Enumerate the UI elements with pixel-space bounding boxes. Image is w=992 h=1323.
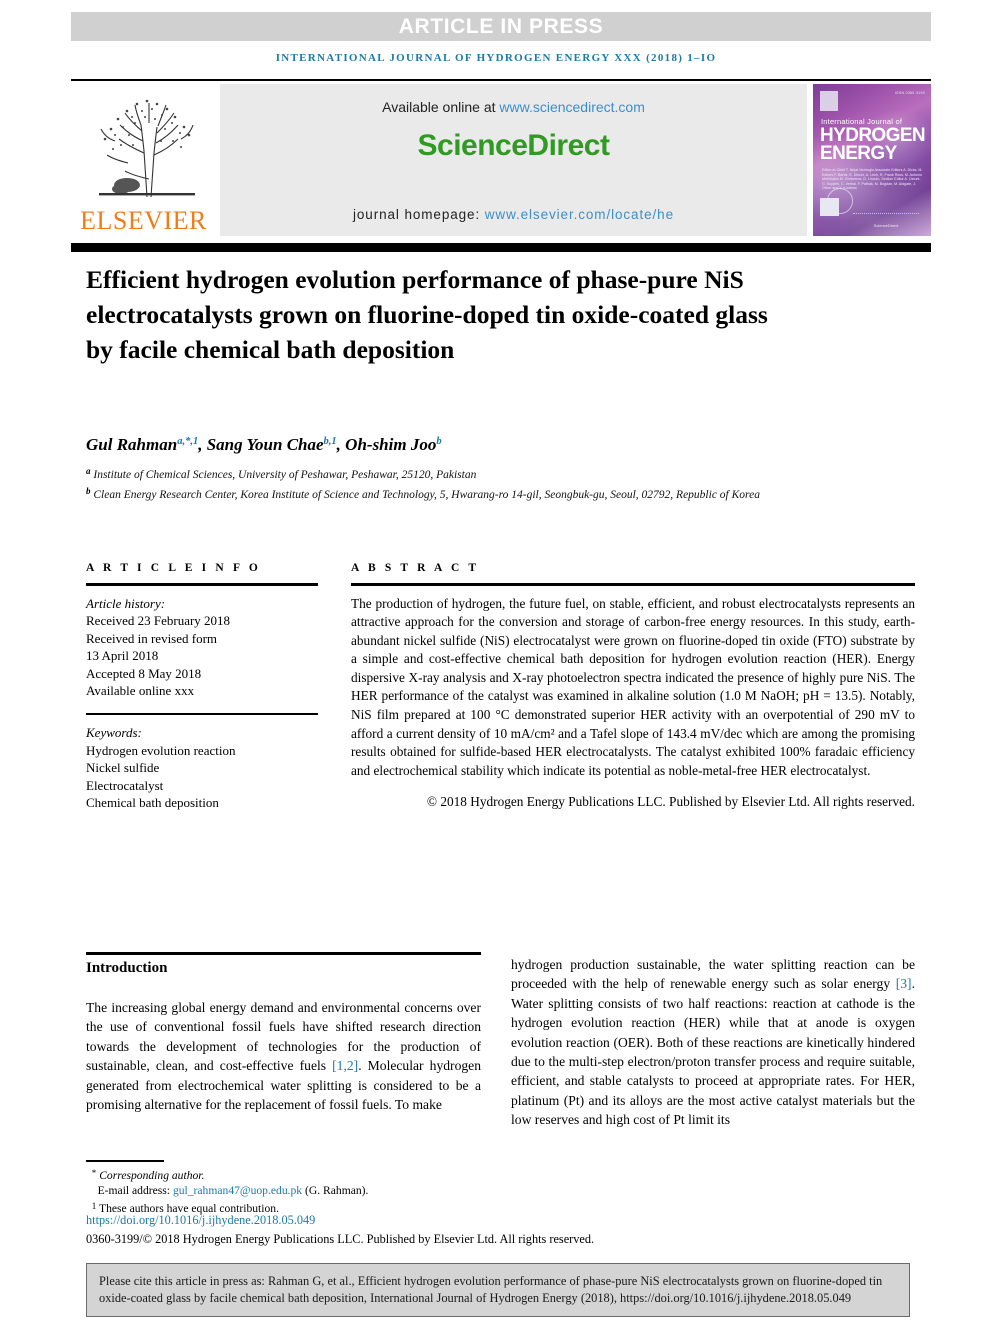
author-name-1: Gul Rahman [86,435,178,454]
abstract-copyright: © 2018 Hydrogen Energy Publications LLC.… [426,794,915,810]
affiliation-mark-b: b [86,485,91,496]
footnote-email-label: E-mail address: [97,1184,173,1198]
abstract-body: The production of hydrogen, the future f… [351,595,915,781]
article-history-label: Article history: [86,595,166,611]
article-in-press-label: ARTICLE IN PRESS [398,14,604,38]
cover-issn: ISSN 0360-3199 [894,91,925,95]
journal-running-head: INTERNATIONAL JOURNAL OF HYDROGEN ENERGY… [275,52,717,64]
citation-ref-3[interactable]: [3] [896,976,912,991]
footnote-email: E-mail address: gul_rahman47@uop.edu.pk … [86,1183,566,1198]
journal-homepage-line: journal homepage: www.elsevier.com/locat… [220,207,807,222]
masthead-top-rule [71,79,931,81]
masthead: ELSEVIER Available online at www.science… [71,84,931,236]
introduction-paragraph-right: hydrogen production sustainable, the wat… [511,955,915,1130]
affiliation-text-a: Institute of Chemical Sciences, Universi… [93,469,477,481]
cover-word-energy: ENERGY [820,143,897,164]
cite-this-article-box: Please cite this article in press as: Ra… [86,1263,910,1318]
footnote-email-suffix: (G. Rahman). [302,1184,369,1198]
author-email-link[interactable]: gul_rahman47@uop.edu.pk [173,1184,302,1197]
cite-this-article-text: Please cite this article in press as: Ra… [99,1274,883,1305]
introduction-paragraph-left: The increasing global energy demand and … [86,998,481,1114]
keyword-0: Hydrogen evolution reaction [86,742,236,758]
affiliation-a: a Institute of Chemical Sciences, Univer… [86,464,916,484]
article-in-press-banner: ARTICLE IN PRESS [71,12,931,41]
footnote-corresponding: * Corresponding author. [86,1166,566,1183]
footnote-mark-one: 1 [91,1200,97,1211]
body-column-left: Introduction The increasing global energ… [86,960,481,1114]
intro-left-paragraph: The increasing global energy demand and … [86,998,481,1114]
keyword-3: Chemical bath deposition [86,795,219,810]
author-marks-3: b [436,436,442,447]
intro-right-text-1: hydrogen production sustainable, the wat… [511,957,915,992]
article-history: Article history: Received 23 February 20… [86,595,318,700]
elsevier-wordmark: ELSEVIER [80,206,207,235]
abstract-rule [351,583,915,586]
history-item-3: Accepted 8 May 2018 [86,665,202,681]
journal-cover-image: ISSN 0360-3199 International Journal of … [813,84,931,236]
cover-badge-icon [820,91,838,111]
masthead-bottom-rule [71,243,931,252]
history-item-2: 13 April 2018 [86,648,159,663]
history-item-0: Received 23 February 2018 [86,613,231,628]
available-online-prefix: Available online at [382,99,500,115]
journal-homepage-prefix: journal homepage: [352,207,485,222]
elsevier-tree-icon [98,99,195,198]
abstract-heading: A B S T R A C T [351,562,480,574]
body-column-right: hydrogen production sustainable, the wat… [511,955,915,1130]
sciencedirect-link[interactable]: www.sciencedirect.com [499,99,645,115]
article-info-heading: A R T I C L E I N F O [86,562,261,574]
article-info-rule [86,583,318,586]
introduction-rule [86,952,481,955]
footnote-rule [86,1160,164,1162]
doi-link[interactable]: https://doi.org/10.1016/j.ijhydene.2018.… [86,1213,315,1228]
cover-divider [853,213,919,214]
abstract-text: The production of hydrogen, the future f… [351,595,915,778]
sciencedirect-logo: ScienceDirect [417,129,610,162]
history-item-4: Available online xxx [86,683,195,698]
history-item-1: Received in revised form [86,630,218,646]
keyword-1: Nickel sulfide [86,760,160,775]
elsevier-logo: ELSEVIER [71,84,216,236]
available-online-line: Available online at www.sciencedirect.co… [382,99,645,115]
affiliation-b: b Clean Energy Research Center, Korea In… [86,484,916,504]
footnotes: * Corresponding author. E-mail address: … [86,1166,566,1216]
affiliations: a Institute of Chemical Sciences, Univer… [86,464,916,503]
author-marks-2: b,1 [323,436,337,447]
intro-right-text-2: . Water splitting consists of two half r… [511,976,915,1128]
author-name-3: Oh-shim Joo [345,435,437,454]
article-info-section: A R T I C L E I N F O Article history: R… [86,562,318,812]
author-name-2: Sang Youn Chae [206,435,324,454]
keywords-list: Keywords: Hydrogen evolution reaction Ni… [86,724,318,812]
intro-right-paragraph: hydrogen production sustainable, the wat… [511,955,915,1130]
cover-imprint: ScienceDirect [873,223,899,228]
footnote-mark-asterisk: * [91,1168,97,1178]
keywords-label: Keywords: [86,725,142,740]
keyword-2: Electrocatalyst [86,777,164,793]
paper-page: ARTICLE IN PRESS INTERNATIONAL JOURNAL O… [0,0,992,1323]
affiliation-text-b: Clean Energy Research Center, Korea Inst… [93,488,760,501]
abstract-section: A B S T R A C T The production of hydrog… [351,562,915,812]
introduction-heading: Introduction [86,960,168,976]
page-title: Efficient hydrogen evolution performance… [86,265,768,364]
sciencedirect-panel: Available online at www.sciencedirect.co… [220,84,807,236]
affiliation-mark-a: a [86,466,91,476]
citation-ref-1[interactable]: [1,2] [332,1058,358,1073]
author-marks-1: a,*,1 [177,436,199,447]
issn-copyright-line: 0360-3199/© 2018 Hydrogen Energy Publica… [86,1232,595,1246]
footnote-corresponding-label: Corresponding author. [99,1169,205,1182]
author-list: Gul Rahmana,*,1, Sang Youn Chaeb,1, Oh-s… [86,435,442,454]
keywords-rule [86,712,318,715]
cover-h2-logo-icon [820,198,839,216]
journal-homepage-link[interactable]: www.elsevier.com/locate/he [485,207,674,222]
